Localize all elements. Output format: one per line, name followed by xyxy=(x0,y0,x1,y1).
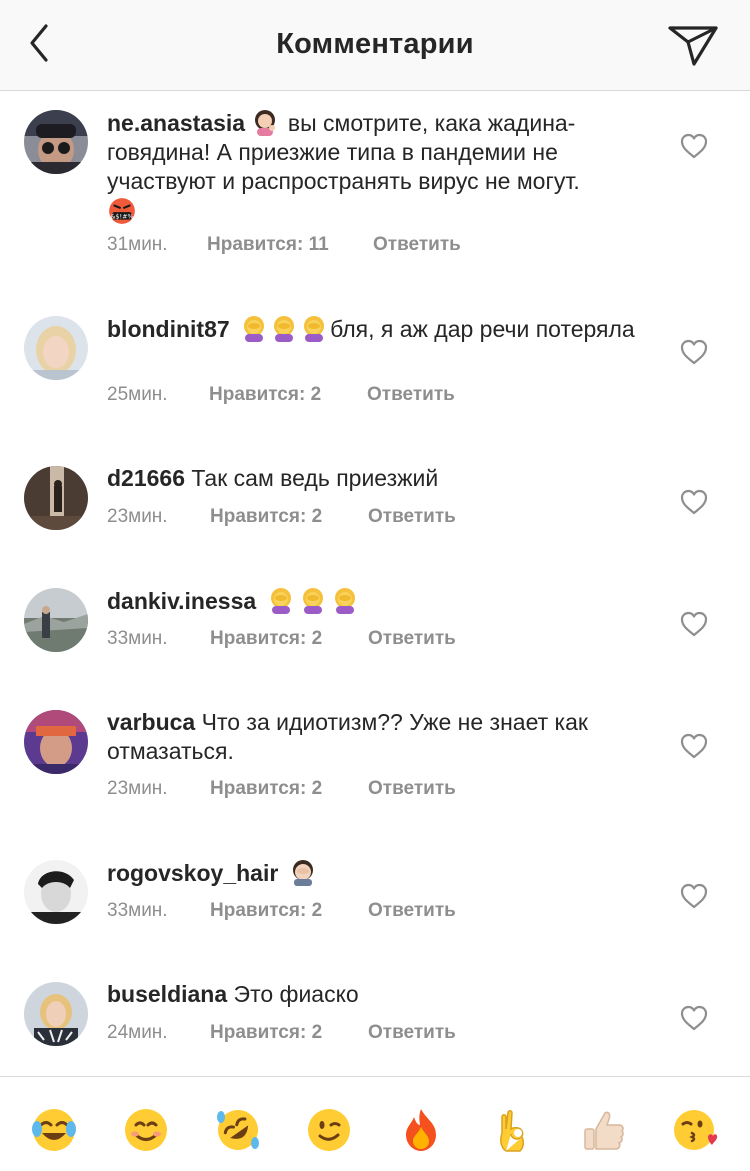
avatar[interactable] xyxy=(24,466,88,530)
avatar[interactable] xyxy=(24,710,88,774)
comment-item: varbuca Что за идиотизм?? Уже не знает к… xyxy=(0,708,750,828)
face-with-tears-of-joy-icon[interactable] xyxy=(31,1107,77,1153)
comment-text: buseldiana Это фиаско xyxy=(107,980,662,1009)
woman-facepalming-icon xyxy=(244,316,265,342)
comment-text: d21666 Так сам ведь приезжий xyxy=(107,464,662,493)
comment-meta: 25мин. Нравится: 2 Ответить xyxy=(107,384,455,406)
fire-icon[interactable] xyxy=(398,1107,444,1153)
comment-text: varbuca Что за идиотизм?? Уже не знает к… xyxy=(107,708,662,766)
woman-facepalming-icon xyxy=(270,588,291,614)
comment-text: rogovskoy_hair xyxy=(107,858,662,888)
comment-username[interactable]: ne.anastasia xyxy=(107,110,245,136)
reply-button[interactable]: Ответить xyxy=(368,778,456,800)
comment-body-text: Так сам ведь приезжий xyxy=(191,465,439,491)
avatar[interactable] xyxy=(24,982,88,1046)
woman-tipping-hand-icon xyxy=(255,110,276,136)
woman-facepalming-icon xyxy=(334,588,355,614)
paper-plane-icon xyxy=(668,26,718,66)
comment-username[interactable]: blondinit87 xyxy=(107,316,230,342)
comment-username[interactable]: rogovskoy_hair xyxy=(107,860,278,886)
reply-button[interactable]: Ответить xyxy=(368,900,456,922)
comment-username[interactable]: dankiv.inessa xyxy=(107,588,256,614)
reply-button[interactable]: Ответить xyxy=(368,506,456,528)
winking-face-icon[interactable] xyxy=(306,1107,352,1153)
reply-button[interactable]: Ответить xyxy=(368,628,456,650)
comment-time: 25мин. xyxy=(107,384,168,405)
man-facepalming-icon xyxy=(292,860,313,886)
comment-meta: 33мин. Нравится: 2 Ответить xyxy=(107,628,456,650)
avatar[interactable] xyxy=(24,588,88,652)
comment-body-text: бля, я аж дар речи потеряла xyxy=(330,316,635,342)
reply-button[interactable]: Ответить xyxy=(373,234,461,256)
avatar[interactable] xyxy=(24,316,88,380)
face-with-symbols-on-mouth-icon: &$!#% xyxy=(109,198,135,224)
comment-item: blondinit87 бля, я аж дар речи потеряла … xyxy=(0,314,750,434)
avatar[interactable] xyxy=(24,860,88,924)
header: Комментарии xyxy=(0,0,750,91)
likes-count[interactable]: Нравится: 2 xyxy=(210,778,368,800)
comment-time: 23мин. xyxy=(107,778,168,799)
comment-item: buseldiana Это фиаско 24мин. Нравится: 2О… xyxy=(0,980,750,1070)
comment-meta: 31мин. Нравится: 11 Ответить xyxy=(107,234,461,256)
comment-text: dankiv.inessa xyxy=(107,586,662,616)
comment-username[interactable]: d21666 xyxy=(107,465,185,491)
heart-outline-icon[interactable] xyxy=(680,611,708,637)
svg-text:&$!#%: &$!#% xyxy=(110,213,133,221)
avatar[interactable] xyxy=(24,110,88,174)
reply-button[interactable]: Ответить xyxy=(367,384,455,406)
heart-outline-icon[interactable] xyxy=(680,1005,708,1031)
reply-button[interactable]: Ответить xyxy=(368,1022,456,1044)
woman-facepalming-icon xyxy=(302,588,323,614)
comment-time: 24мин. xyxy=(107,1022,168,1043)
comment-meta: 24мин. Нравится: 2 Ответить xyxy=(107,1022,456,1044)
likes-count[interactable]: Нравится: 2 xyxy=(209,384,367,406)
comment-item: rogovskoy_hair 33мин. Нравится: 2 Ответить xyxy=(0,858,750,958)
likes-count[interactable]: Нравится: 2 xyxy=(210,506,368,528)
likes-count[interactable]: Нравится: 2 xyxy=(210,628,368,650)
comment-item: ne.anastasia вы смотрите, кака жадина-го… xyxy=(0,108,750,298)
likes-count[interactable]: Нравится: 2 xyxy=(210,1022,368,1044)
heart-outline-icon[interactable] xyxy=(680,883,708,909)
comment-meta: 33мин. Нравится: 2 Ответить xyxy=(107,900,456,922)
smiling-face-icon[interactable] xyxy=(123,1107,169,1153)
comment-time: 23мин. xyxy=(107,506,168,527)
page-title: Комментарии xyxy=(276,28,474,60)
comment-time: 33мин. xyxy=(107,900,168,921)
comment-item: d21666 Так сам ведь приезжий 23мин. Нрави… xyxy=(0,464,750,564)
comment-text: blondinit87 бля, я аж дар речи потеряла xyxy=(107,314,662,344)
send-button[interactable] xyxy=(666,20,720,70)
comment-username[interactable]: buseldiana xyxy=(107,981,227,1007)
heart-outline-icon[interactable] xyxy=(680,489,708,515)
comment-time: 31мин. xyxy=(107,234,168,255)
comment-meta: 23мин. Нравится: 2 Ответить xyxy=(107,778,456,800)
ok-hand-icon[interactable] xyxy=(490,1107,536,1153)
heart-outline-icon[interactable] xyxy=(680,133,708,159)
woman-facepalming-icon xyxy=(274,316,295,342)
comment-item: dankiv.inessa 33мин. Нравится: 2 Ответить xyxy=(0,586,750,686)
rolling-on-floor-laughing-icon[interactable] xyxy=(215,1107,261,1153)
comment-body-text: Это фиаско xyxy=(233,981,359,1007)
likes-count[interactable]: Нравится: 2 xyxy=(210,900,368,922)
comment-meta: 23мин. Нравится: 2 Ответить xyxy=(107,506,456,528)
comment-username[interactable]: varbuca xyxy=(107,709,195,735)
heart-outline-icon[interactable] xyxy=(680,339,708,365)
comment-text: ne.anastasia вы смотрите, кака жадина-го… xyxy=(107,108,662,228)
thumbs-up-icon[interactable] xyxy=(581,1107,627,1153)
face-blowing-kiss-icon[interactable] xyxy=(672,1107,718,1153)
woman-facepalming-icon xyxy=(304,316,325,342)
likes-count[interactable]: Нравится: 11 xyxy=(207,234,373,256)
heart-outline-icon[interactable] xyxy=(680,733,708,759)
emoji-reaction-bar xyxy=(0,1076,750,1171)
comment-time: 33мин. xyxy=(107,628,168,649)
